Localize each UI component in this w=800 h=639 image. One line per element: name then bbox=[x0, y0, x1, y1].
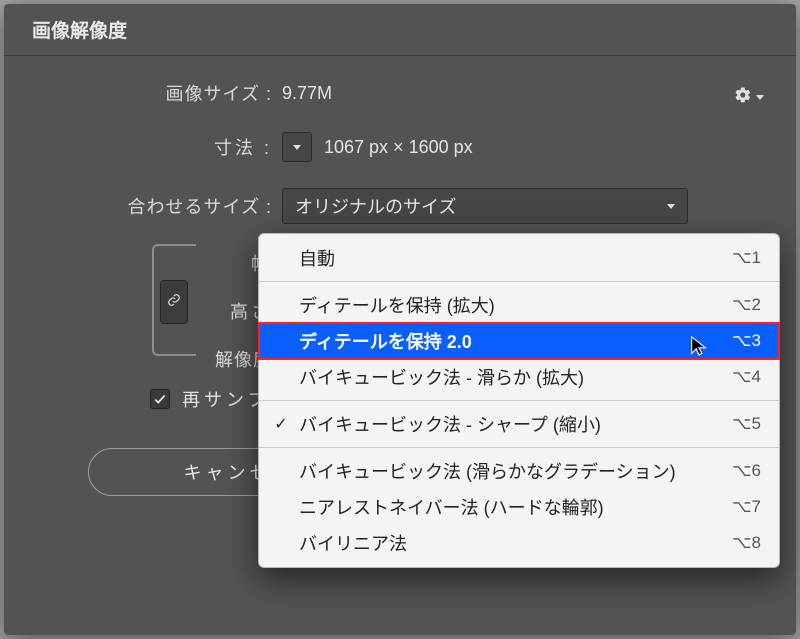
menu-item-shortcut: ⌥5 bbox=[732, 414, 761, 434]
menu-item-label: ディテールを保持 2.0 bbox=[299, 328, 472, 354]
menu-item-label: バイキュービック法 - シャープ (縮小) bbox=[299, 411, 601, 437]
menu-item-label: バイキュービック法 (滑らかなグラデーション) bbox=[299, 458, 676, 484]
menu-item-shortcut: ⌥4 bbox=[732, 367, 761, 387]
menu-item-label: ディテールを保持 (拡大) bbox=[299, 292, 495, 318]
titlebar: 画像解像度 bbox=[4, 4, 796, 56]
menu-item[interactable]: バイリニア法 ⌥8 bbox=[259, 525, 779, 561]
menu-item[interactable]: ✓ バイキュービック法 - シャープ (縮小) ⌥5 bbox=[259, 406, 779, 442]
resample-method-menu[interactable]: 自動 ⌥1 ディテールを保持 (拡大) ⌥2 ディテールを保持 2.0 ⌥3 バイキュービッ… bbox=[258, 233, 780, 568]
menu-item-label: 自動 bbox=[299, 245, 335, 271]
menu-item-shortcut: ⌥6 bbox=[732, 461, 761, 481]
menu-item-shortcut: ⌥3 bbox=[732, 331, 761, 351]
height-label: 高さ bbox=[32, 298, 282, 324]
menu-item-shortcut: ⌥7 bbox=[732, 497, 761, 517]
image-size-label: 画像サイズ : bbox=[32, 80, 282, 106]
width-label: 幅 bbox=[32, 250, 282, 276]
menu-item[interactable]: バイキュービック法 (滑らかなグラデーション) ⌥6 bbox=[259, 453, 779, 489]
gear-icon bbox=[734, 86, 752, 109]
chevron-down-icon bbox=[667, 204, 675, 209]
fit-to-label: 合わせるサイズ : bbox=[32, 193, 282, 219]
menu-item-label: バイリニア法 bbox=[299, 530, 407, 556]
menu-item-shortcut: ⌥1 bbox=[732, 248, 761, 268]
resample-checkbox[interactable] bbox=[150, 389, 170, 409]
dimensions-units-button[interactable] bbox=[282, 132, 312, 162]
menu-item[interactable]: ディテールを保持 (拡大) ⌥2 bbox=[259, 287, 779, 323]
image-size-value: 9.77M bbox=[282, 83, 332, 104]
fit-to-value: オリジナルのサイズ bbox=[295, 193, 456, 219]
link-icon bbox=[167, 289, 181, 316]
dimensions-label: 寸法 : bbox=[32, 134, 282, 160]
dialog-title: 画像解像度 bbox=[32, 16, 127, 43]
constrain-proportions-button[interactable] bbox=[160, 280, 188, 324]
chevron-down-icon bbox=[756, 95, 764, 100]
fit-to-select[interactable]: オリジナルのサイズ bbox=[282, 188, 688, 224]
dimensions-row: 寸法 : 1067 px × 1600 px bbox=[32, 132, 768, 162]
menu-separator bbox=[259, 400, 779, 401]
settings-menu-button[interactable] bbox=[734, 84, 760, 110]
menu-item-shortcut: ⌥8 bbox=[732, 533, 761, 553]
image-size-row: 画像サイズ : 9.77M bbox=[32, 80, 768, 106]
menu-item[interactable]: ニアレストネイバー法 (ハードな輪郭) ⌥7 bbox=[259, 489, 779, 525]
mouse-cursor bbox=[688, 332, 710, 365]
menu-separator bbox=[259, 447, 779, 448]
menu-item-label: バイキュービック法 - 滑らか (拡大) bbox=[299, 364, 584, 390]
check-icon: ✓ bbox=[273, 414, 289, 434]
menu-separator bbox=[259, 281, 779, 282]
menu-item-label: ニアレストネイバー法 (ハードな輪郭) bbox=[299, 494, 604, 520]
dimensions-value: 1067 px × 1600 px bbox=[324, 137, 473, 158]
menu-item-shortcut: ⌥2 bbox=[732, 295, 761, 315]
chevron-down-icon bbox=[293, 145, 301, 150]
fit-to-row: 合わせるサイズ : オリジナルのサイズ bbox=[32, 188, 768, 224]
menu-item[interactable]: 自動 ⌥1 bbox=[259, 240, 779, 276]
resolution-label: 解像度 bbox=[32, 346, 282, 372]
